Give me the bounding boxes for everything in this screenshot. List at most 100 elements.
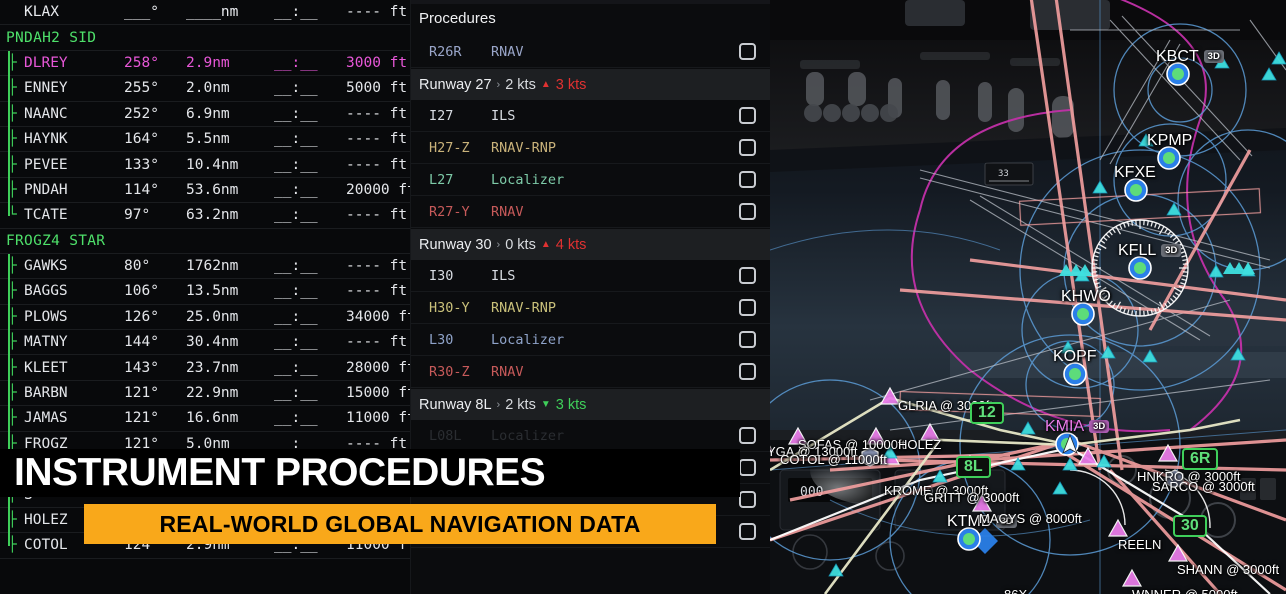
procedure-checkbox[interactable] <box>739 459 756 476</box>
map-airport-symbol[interactable] <box>1124 178 1148 202</box>
route-spine <box>8 51 10 216</box>
flight-plan-waypoint-row[interactable]: └ TCATE 97° 63.2nm __:__ ---- ft <box>0 203 410 229</box>
flight-plan-waypoint-row[interactable]: ├ NAANC 252° 6.9nm __:__ ---- ft <box>0 102 410 127</box>
procedure-checkbox[interactable] <box>739 523 756 540</box>
flight-plan-airport-row[interactable]: KLAX ___° ____nm __:__ ---- ft <box>0 0 410 26</box>
flight-plan-waypoint-row[interactable]: ├ GAWKS 80° 1762nm __:__ ---- ft <box>0 254 410 280</box>
procedure-row[interactable]: L08L Localizer <box>411 420 770 452</box>
runway-number-badge[interactable]: 6R <box>1182 448 1219 470</box>
flight-plan-waypoint-row[interactable]: ├ PLOWS 126° 25.0nm __:__ 34000 ft <box>0 305 410 331</box>
wind-current: 2 kts <box>505 396 536 413</box>
route-tick-icon: ├ <box>8 359 17 376</box>
flight-plan-waypoint-row[interactable]: ├ BAGGS 106° 13.5nm __:__ ---- ft <box>0 279 410 305</box>
procedure-type: Localizer <box>491 171 565 188</box>
procedure-checkbox[interactable] <box>739 427 756 444</box>
procedure-row[interactable]: R27-Y RNAV <box>411 196 770 228</box>
procedure-checkbox[interactable] <box>739 107 756 124</box>
route-tick-icon: ├ <box>8 334 17 351</box>
flight-plan-waypoint-row[interactable]: ├ BARBN 121° 22.9nm __:__ 15000 ft <box>0 381 410 407</box>
navigation-map[interactable]: 33 000 060 <box>770 0 1286 594</box>
waypoint-distance: 2.9nm <box>186 54 230 71</box>
map-airport-symbol[interactable] <box>1166 62 1190 86</box>
procedure-row[interactable]: H30-Y RNAV-RNP <box>411 292 770 324</box>
waypoint-altitude: 28000 ft <box>346 359 410 376</box>
procedure-row[interactable]: L30 Localizer <box>411 324 770 356</box>
procedure-type: ILS <box>491 107 516 124</box>
runway-group-header[interactable]: Runway 27 › 2 kts ▲ 3 kts <box>411 68 770 100</box>
waypoint-name: KLAX <box>24 4 59 21</box>
procedure-row[interactable]: I30 ILS <box>411 260 770 292</box>
procedure-checkbox[interactable] <box>739 491 756 508</box>
flight-plan-group-header[interactable]: PNDAH2 SID <box>0 25 410 51</box>
procedure-type: RNAV <box>491 363 524 380</box>
procedure-checkbox[interactable] <box>739 299 756 316</box>
procedure-type: RNAV-RNP <box>491 139 557 156</box>
waypoint-bearing: 80° <box>124 258 151 275</box>
procedure-checkbox[interactable] <box>739 267 756 284</box>
promo-headline-text: INSTRUMENT PROCEDURES <box>14 451 546 494</box>
waypoint-name: PLOWS <box>24 308 68 325</box>
map-overlay <box>770 0 1286 594</box>
procedure-row[interactable]: R26R RNAV <box>411 36 770 68</box>
waypoint-eta: __:__ <box>274 385 318 402</box>
procedure-checkbox[interactable] <box>739 363 756 380</box>
runway-group-header[interactable]: Runway 8L › 2 kts ▼ 3 kts <box>411 388 770 420</box>
waypoint-altitude: 34000 ft <box>346 308 410 325</box>
waypoint-eta: __:__ <box>274 207 318 224</box>
map-airport-symbol[interactable] <box>1157 146 1181 170</box>
waypoint-name: KLEET <box>24 359 68 376</box>
waypoint-altitude: ---- ft <box>346 156 408 173</box>
flight-plan-waypoint-row[interactable]: ├ HAYNK 164° 5.5nm __:__ ---- ft <box>0 127 410 153</box>
waypoint-bearing: 133° <box>124 156 159 173</box>
procedure-checkbox[interactable] <box>739 139 756 156</box>
map-airport-symbol[interactable] <box>1063 362 1087 386</box>
waypoint-name: PNDAH <box>24 181 68 198</box>
waypoint-name: JAMAS <box>24 410 68 427</box>
flight-plan-waypoint-row[interactable]: ├ ENNEY 255° 2.0nm __:__ 5000 ft <box>0 76 410 102</box>
procedure-row[interactable]: H27-Z RNAV-RNP <box>411 132 770 164</box>
procedure-code: R26R <box>429 43 462 60</box>
flight-plan-waypoint-row[interactable]: ├ PEVEE 133° 10.4nm __:__ ---- ft <box>0 152 410 178</box>
waypoint-altitude: ---- ft <box>346 258 408 275</box>
procedure-code: I30 <box>429 267 454 284</box>
waypoint-distance: 1762nm <box>186 258 239 275</box>
map-airport-symbol[interactable] <box>1071 302 1095 326</box>
procedure-row[interactable]: I27 ILS <box>411 100 770 132</box>
flight-plan-waypoint-row[interactable]: ├ JAMAS 121° 16.6nm __:__ 11000 ft <box>0 406 410 432</box>
procedure-checkbox[interactable] <box>739 43 756 60</box>
runway-group-header[interactable]: Runway 30 › 0 kts ▲ 4 kts <box>411 228 770 260</box>
runway-number-badge[interactable]: 8L <box>956 456 991 478</box>
procedure-checkbox[interactable] <box>739 203 756 220</box>
waypoint-distance: 16.6nm <box>186 410 239 427</box>
panel-top-strip <box>411 0 770 4</box>
waypoint-bearing: 121° <box>124 385 159 402</box>
waypoint-bearing: 258° <box>124 54 159 71</box>
trend-down-icon: ▼ <box>540 399 551 410</box>
flight-plan-waypoint-row[interactable]: ├ PNDAH 114° 53.6nm __:__ 20000 ft <box>0 178 410 204</box>
waypoint-distance: 5.5nm <box>186 131 230 148</box>
waypoint-bearing: 143° <box>124 359 159 376</box>
promo-subline-banner: REAL-WORLD GLOBAL NAVIGATION DATA <box>84 504 716 544</box>
procedure-checkbox[interactable] <box>739 171 756 188</box>
procedure-checkbox[interactable] <box>739 331 756 348</box>
procedure-row[interactable]: L27 Localizer <box>411 164 770 196</box>
runway-number-badge[interactable]: 30 <box>1173 515 1207 537</box>
separator-dot-icon: › <box>496 238 501 251</box>
map-airport-symbol[interactable] <box>1128 256 1152 280</box>
waypoint-name: DLREY <box>24 54 68 71</box>
procedure-row[interactable]: R30-Z RNAV <box>411 356 770 388</box>
map-airport-symbol[interactable] <box>957 527 981 551</box>
route-tick-icon: ├ <box>8 54 17 71</box>
flight-plan-waypoint-row[interactable]: ├ KLEET 143° 23.7nm __:__ 28000 ft <box>0 355 410 381</box>
procedure-type: RNAV <box>491 43 524 60</box>
waypoint-name: ENNEY <box>24 80 68 97</box>
flight-plan-waypoint-row[interactable]: ├ MATNY 144° 30.4nm __:__ ---- ft <box>0 330 410 356</box>
runway-number-badge[interactable]: 12 <box>970 402 1004 424</box>
waypoint-altitude: 3000 ft <box>346 54 408 71</box>
procedure-code: I27 <box>429 107 454 124</box>
waypoint-name: BAGGS <box>24 283 68 300</box>
waypoint-altitude: ---- ft <box>346 131 408 148</box>
flight-plan-waypoint-row[interactable]: ├ DLREY 258° 2.9nm __:__ 3000 ft <box>0 51 410 77</box>
waypoint-distance: 6.9nm <box>186 105 230 122</box>
flight-plan-group-header[interactable]: FROGZ4 STAR <box>0 229 410 254</box>
